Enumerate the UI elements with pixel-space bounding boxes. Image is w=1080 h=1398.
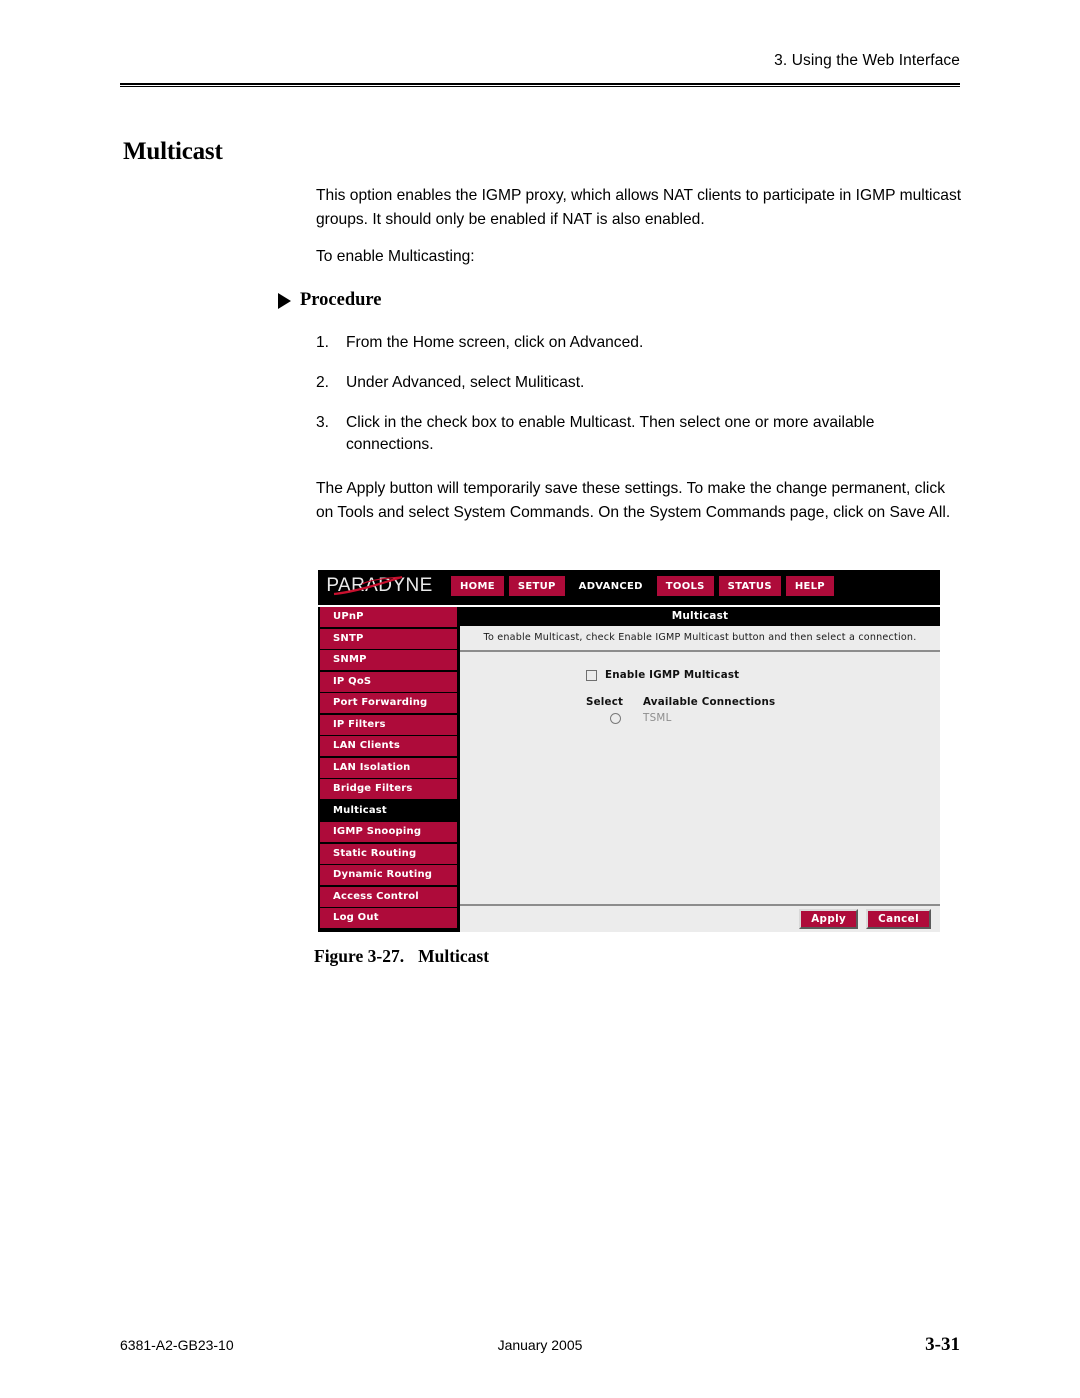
paradyne-logo: PARADYNE: [318, 571, 441, 601]
multicast-form: Enable IGMP Multicast Select Available C…: [460, 652, 940, 904]
list-item: 2. Under Advanced, select Muliticast.: [316, 372, 962, 394]
intro-block: This option enables the IGMP proxy, whic…: [316, 184, 962, 269]
panel-title: Multicast: [460, 607, 940, 626]
sidebar-item-sntp[interactable]: SNTP: [320, 628, 457, 649]
step-text: Click in the check box to enable Multica…: [346, 414, 875, 453]
connections-table-header: Select Available Connections: [586, 696, 846, 708]
page-number: 3-31: [925, 1334, 960, 1355]
sidebar-item-ip-filters[interactable]: IP Filters: [320, 714, 457, 735]
connection-name-tsml: TSML: [643, 712, 672, 724]
ui-top-bar: PARADYNE HOME SETUP ADVANCED TOOLS STATU…: [318, 570, 940, 602]
router-ui-screenshot: PARADYNE HOME SETUP ADVANCED TOOLS STATU…: [318, 570, 940, 932]
sidebar-item-ip-qos[interactable]: IP QoS: [320, 671, 457, 692]
page-title: Multicast: [123, 138, 223, 165]
triangle-marker-icon: [278, 292, 291, 309]
running-head: 3. Using the Web Interface: [120, 52, 960, 70]
sidebar-item-access-control[interactable]: Access Control: [320, 886, 457, 907]
running-head-text: 3. Using the Web Interface: [774, 52, 960, 69]
figure-caption-label: Figure 3-27.: [314, 946, 405, 966]
procedure-heading: Procedure: [278, 290, 382, 311]
header-rule: [120, 83, 960, 87]
sidebar-item-log-out[interactable]: Log Out: [320, 908, 457, 928]
footer-date: January 2005: [497, 1337, 583, 1353]
step-text: From the Home screen, click on Advanced.: [346, 334, 644, 351]
sidebar-item-snmp[interactable]: SNMP: [320, 650, 457, 670]
form-fields: Enable IGMP Multicast Select Available C…: [586, 669, 846, 724]
sidebar-item-static-routing[interactable]: Static Routing: [320, 843, 457, 864]
ui-body: UPnP SNTP SNMP IP QoS Port Forwarding IP…: [318, 607, 940, 932]
lead-in-text: To enable Multicasting:: [316, 248, 475, 265]
column-header-available-connections: Available Connections: [643, 696, 776, 708]
page-footer: 6381-A2-GB23-10 January 2005 3-31: [120, 1334, 960, 1359]
tab-setup[interactable]: SETUP: [508, 576, 565, 596]
enable-igmp-multicast-row[interactable]: Enable IGMP Multicast: [586, 669, 846, 681]
tab-advanced[interactable]: ADVANCED: [569, 576, 652, 596]
figure-caption: Figure 3-27. Multicast: [314, 946, 489, 967]
enable-igmp-multicast-checkbox[interactable]: [586, 669, 597, 681]
intro-paragraph: This option enables the IGMP proxy, whic…: [316, 187, 962, 228]
panel-button-bar: Apply Cancel: [460, 904, 940, 932]
enable-igmp-multicast-label: Enable IGMP Multicast: [605, 669, 740, 681]
ui-nav-tabs: HOME SETUP ADVANCED TOOLS STATUS HELP: [451, 576, 834, 596]
sidebar-item-dynamic-routing[interactable]: Dynamic Routing: [320, 865, 457, 885]
cancel-button[interactable]: Cancel: [866, 909, 931, 929]
procedure-label: Procedure: [300, 290, 382, 310]
figure-caption-title: Multicast: [418, 946, 490, 966]
connection-select-cell[interactable]: [586, 712, 643, 724]
connection-radio-tsml[interactable]: [610, 712, 621, 724]
ui-sidebar: UPnP SNTP SNMP IP QoS Port Forwarding IP…: [318, 607, 457, 932]
table-row[interactable]: TSML: [586, 712, 846, 724]
panel-instructions: To enable Multicast, check Enable IGMP M…: [460, 626, 940, 652]
sidebar-item-port-forwarding[interactable]: Port Forwarding: [320, 693, 457, 713]
sidebar-item-multicast[interactable]: Multicast: [320, 800, 457, 821]
closing-paragraph: The Apply button will temporarily save t…: [316, 480, 951, 521]
column-header-select: Select: [586, 696, 624, 708]
step-text: Under Advanced, select Muliticast.: [346, 374, 585, 391]
tab-status[interactable]: STATUS: [718, 576, 781, 596]
step-number: 1.: [316, 334, 330, 351]
tab-tools[interactable]: TOOLS: [656, 576, 714, 596]
sidebar-item-lan-isolation[interactable]: LAN Isolation: [320, 757, 457, 778]
list-item: 1. From the Home screen, click on Advanc…: [316, 332, 962, 354]
step-number: 2.: [316, 374, 330, 391]
sidebar-item-lan-clients[interactable]: LAN Clients: [320, 736, 457, 756]
sidebar-item-upnp[interactable]: UPnP: [320, 607, 457, 627]
procedure-steps: 1. From the Home screen, click on Advanc…: [316, 332, 962, 474]
sidebar-item-bridge-filters[interactable]: Bridge Filters: [320, 779, 457, 799]
list-item: 3. Click in the check box to enable Mult…: [316, 412, 962, 456]
apply-button[interactable]: Apply: [799, 909, 859, 929]
tab-help[interactable]: HELP: [785, 576, 834, 596]
brand-name: PARADYNE: [326, 575, 433, 596]
sidebar-item-igmp-snooping[interactable]: IGMP Snooping: [320, 822, 457, 842]
ui-content-panel: Multicast To enable Multicast, check Ena…: [457, 607, 940, 932]
step-number: 3.: [316, 414, 330, 431]
tab-home[interactable]: HOME: [451, 576, 504, 596]
